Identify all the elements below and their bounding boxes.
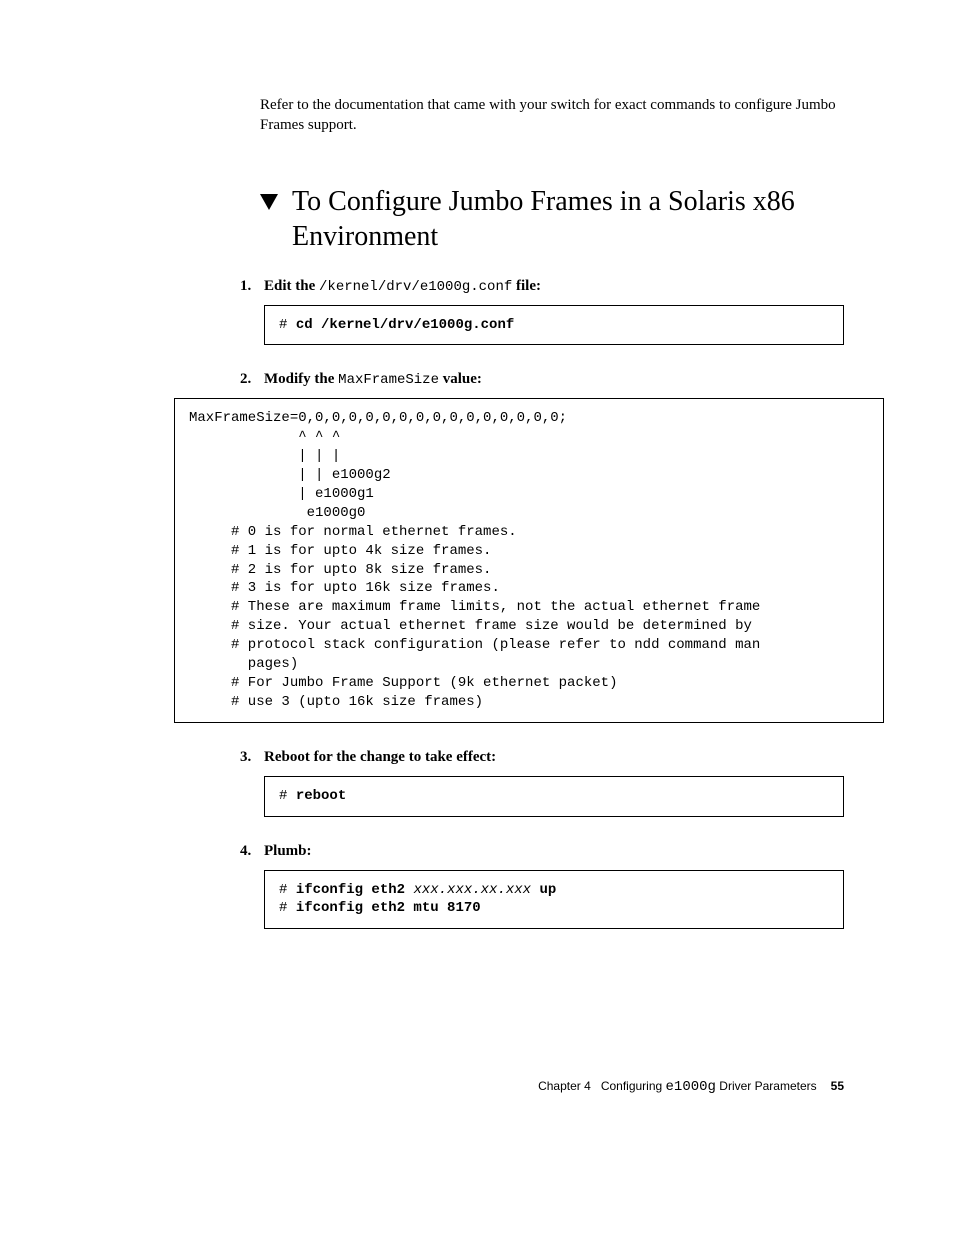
step-2-text: Modify the MaxFrameSize value:: [264, 371, 844, 388]
step-1-pre: Edit the: [264, 278, 319, 294]
footer-title-pre: Configuring: [601, 1079, 666, 1093]
triangle-down-icon: [260, 194, 278, 210]
page-container: Refer to the documentation that came wit…: [0, 0, 954, 929]
step-1-post: file:: [512, 278, 541, 294]
code-cmd: reboot: [296, 788, 346, 804]
footer-page-number: 55: [831, 1079, 844, 1093]
step-3: Reboot for the change to take effect: # …: [240, 749, 844, 817]
page-footer: Chapter 4 Configuring e1000g Driver Para…: [538, 1079, 844, 1095]
footer-title-code: e1000g: [666, 1079, 716, 1095]
line1-cmd2: up: [531, 882, 556, 898]
code-prefix: #: [279, 317, 296, 333]
step-3-text: Reboot for the change to take effect:: [264, 749, 844, 766]
line1-cmd1: ifconfig eth2: [296, 882, 414, 898]
step-2-var: MaxFrameSize: [338, 372, 439, 388]
section-heading: To Configure Jumbo Frames in a Solaris x…: [292, 184, 844, 254]
footer-chapter: Chapter 4: [538, 1079, 591, 1093]
code-block-4: # ifconfig eth2 xxx.xxx.xx.xxx up # ifco…: [264, 870, 844, 930]
code-block-1: # cd /kernel/drv/e1000g.conf: [264, 305, 844, 346]
step-1-path: /kernel/drv/e1000g.conf: [319, 279, 512, 295]
intro-paragraph: Refer to the documentation that came wit…: [260, 95, 844, 136]
line2-prefix: #: [279, 900, 296, 916]
code-prefix: #: [279, 788, 296, 804]
step-2-pre: Modify the: [264, 371, 338, 387]
line1-prefix: #: [279, 882, 296, 898]
step-2-post: value:: [439, 371, 482, 387]
step-4-text: Plumb:: [264, 843, 844, 860]
step-1: Edit the /kernel/drv/e1000g.conf file: #…: [240, 278, 844, 346]
step-1-text: Edit the /kernel/drv/e1000g.conf file:: [264, 278, 844, 295]
code-cmd: cd /kernel/drv/e1000g.conf: [296, 317, 514, 333]
steps-list: Edit the /kernel/drv/e1000g.conf file: #…: [240, 278, 844, 930]
heading-row: To Configure Jumbo Frames in a Solaris x…: [260, 184, 844, 278]
line1-arg: xxx.xxx.xx.xxx: [413, 882, 531, 898]
step-4: Plumb: # ifconfig eth2 xxx.xxx.xx.xxx up…: [240, 843, 844, 930]
code-block-2: MaxFrameSize=0,0,0,0,0,0,0,0,0,0,0,0,0,0…: [174, 398, 884, 722]
footer-title-post: Driver Parameters: [716, 1079, 817, 1093]
code-block-3: # reboot: [264, 776, 844, 817]
step-2: Modify the MaxFrameSize value: MaxFrameS…: [240, 371, 844, 722]
content-block: Refer to the documentation that came wit…: [260, 95, 844, 929]
line2-cmd: ifconfig eth2 mtu 8170: [296, 900, 481, 916]
